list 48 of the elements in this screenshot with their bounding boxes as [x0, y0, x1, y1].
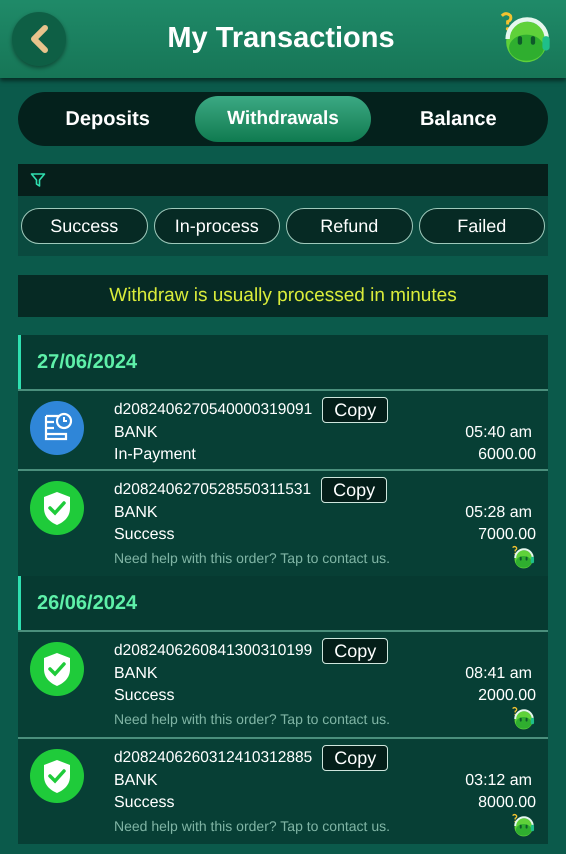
filter-chip[interactable]: Refund	[286, 208, 412, 244]
copy-button[interactable]: Copy	[322, 638, 388, 664]
transaction-time: 03:12 am	[465, 771, 532, 791]
shield-check-icon	[30, 749, 84, 803]
help-link[interactable]: Need help with this order? Tap to contact us.	[114, 708, 390, 730]
notice-text: Withdraw is usually processed in minutes	[109, 284, 457, 308]
order-id: d2082406270540000319091	[114, 401, 312, 419]
transaction-time: 05:28 am	[465, 503, 532, 523]
transaction-time: 05:40 am	[465, 423, 532, 443]
copy-button[interactable]: Copy	[321, 477, 388, 503]
support-mascot-icon[interactable]	[510, 545, 536, 571]
shield-check-icon	[30, 642, 84, 696]
transaction-status: In-Payment	[114, 445, 196, 465]
help-link[interactable]: Need help with this order? Tap to contact us.	[114, 816, 390, 836]
transaction-status: Success	[114, 793, 174, 813]
shield-check-icon	[30, 481, 84, 535]
payment-method: BANK	[114, 664, 158, 684]
filter-chip[interactable]: In-process	[154, 208, 280, 244]
filter-chip[interactable]: Success	[21, 208, 148, 244]
support-mascot-icon[interactable]	[510, 706, 536, 732]
tab[interactable]: Withdrawals	[195, 96, 371, 142]
date-header: 27/06/2024	[18, 335, 548, 389]
order-id: d2082406270528550311531	[114, 481, 312, 499]
payment-method: BANK	[114, 503, 158, 523]
payment-method: BANK	[114, 423, 158, 443]
transaction-time: 08:41 am	[465, 664, 532, 684]
tab[interactable]: Balance	[370, 96, 546, 142]
help-link[interactable]: Need help with this order? Tap to contact us.	[114, 548, 390, 568]
date-header: 26/06/2024	[18, 576, 548, 630]
transaction-status: Success	[114, 525, 174, 545]
copy-button[interactable]: Copy	[322, 745, 388, 771]
chevron-left-icon	[28, 25, 50, 53]
back-button[interactable]	[12, 12, 66, 66]
transaction-status: Success	[114, 686, 174, 706]
transaction-amount: 8000.00	[478, 793, 536, 813]
order-id: d2082406260841300310199	[114, 642, 312, 660]
tab[interactable]: Deposits	[20, 96, 196, 142]
filter-chip[interactable]: Failed	[418, 208, 545, 244]
page-title: My Transactions	[167, 21, 395, 56]
filter-icon[interactable]	[30, 172, 46, 188]
document-clock-icon	[30, 401, 84, 455]
transaction-amount: 7000.00	[478, 525, 536, 545]
payment-method: BANK	[114, 771, 158, 791]
copy-button[interactable]: Copy	[322, 397, 388, 423]
support-mascot-icon[interactable]	[510, 813, 536, 839]
order-id: d2082406260312410312885	[114, 749, 312, 767]
transaction-amount: 2000.00	[478, 686, 536, 706]
transaction-amount: 6000.00	[478, 445, 536, 465]
